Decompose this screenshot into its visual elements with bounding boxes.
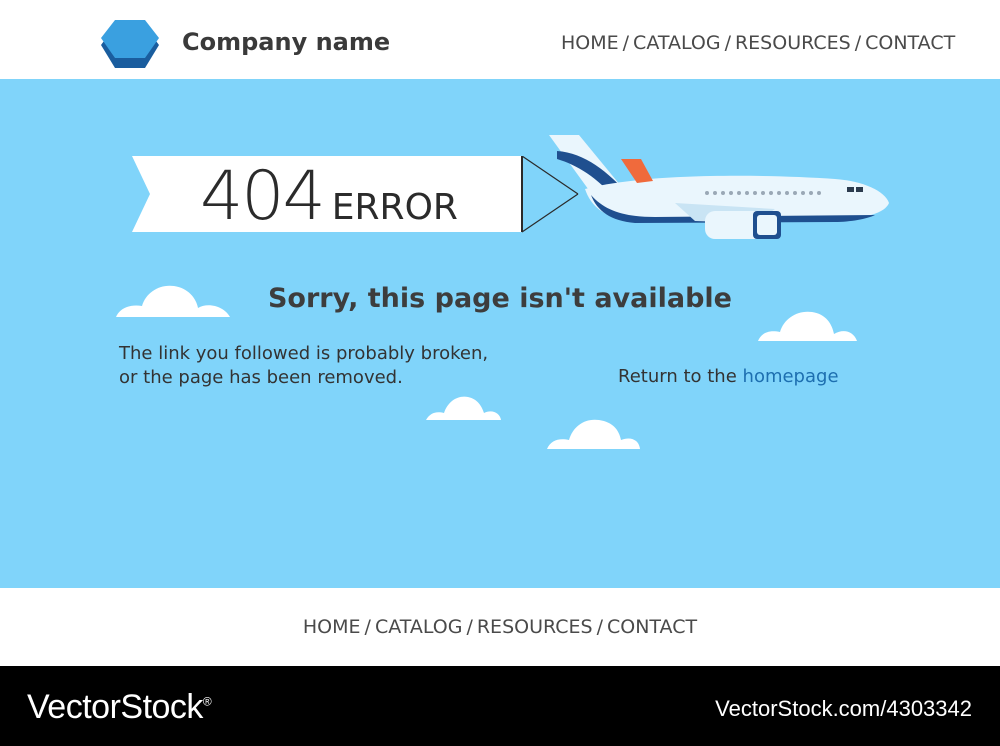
- registered-mark: ®: [202, 694, 212, 709]
- return-prefix: Return to the: [618, 366, 737, 387]
- nav-separator: /: [364, 616, 371, 638]
- site-header: Company name HOME / CATALOG / RESOURCES / CONT…: [0, 0, 1000, 79]
- error-description: The link you followed is probably broken…: [119, 342, 488, 390]
- cloud-icon: [547, 419, 640, 449]
- error-description-line: or the page has been removed.: [119, 367, 403, 388]
- error-word: ERROR: [331, 187, 458, 228]
- cloud-icon: [426, 396, 501, 420]
- watermark-id: VectorStock.com/4303342: [715, 696, 972, 721]
- nav-separator: /: [622, 32, 630, 54]
- nav-resources-link[interactable]: RESOURCES: [735, 32, 851, 54]
- nav-separator: /: [596, 616, 603, 638]
- footer-resources-link[interactable]: RESOURCES: [477, 616, 593, 638]
- nav-contact-link[interactable]: CONTACT: [865, 32, 955, 54]
- nav-separator: /: [854, 32, 862, 54]
- watermark-bar: VectorStock® VectorStock.com/4303342: [0, 666, 1000, 746]
- footer-contact-link[interactable]: CONTACT: [607, 616, 697, 638]
- nav-home-link[interactable]: HOME: [561, 32, 619, 54]
- error-description-line: The link you followed is probably broken…: [119, 343, 489, 364]
- error-hero: 404 ERROR Sorry, this page isn't availab…: [0, 79, 1000, 588]
- top-nav: HOME / CATALOG / RESOURCES / CONTACT: [561, 32, 955, 54]
- hexagon-logo-icon[interactable]: [99, 18, 161, 72]
- homepage-link[interactable]: homepage: [743, 366, 839, 387]
- company-name[interactable]: Company name: [182, 28, 390, 56]
- footer-home-link[interactable]: HOME: [303, 616, 361, 638]
- airplane-icon: [549, 135, 889, 239]
- error-banner-text: 404 ERROR: [200, 157, 458, 236]
- site-footer: HOME / CATALOG / RESOURCES / CONTACT: [0, 588, 1000, 666]
- footer-catalog-link[interactable]: CATALOG: [375, 616, 463, 638]
- watermark-brand: VectorStock®: [27, 688, 212, 726]
- error-headline: Sorry, this page isn't available: [267, 283, 732, 314]
- nav-separator: /: [724, 32, 731, 54]
- nav-catalog-link[interactable]: CATALOG: [633, 32, 721, 54]
- return-message: Return to the homepage: [618, 366, 839, 387]
- nav-separator: /: [466, 616, 473, 638]
- footer-nav: HOME / CATALOG / RESOURCES / CONTACT: [0, 616, 1000, 638]
- error-code: 404: [200, 157, 326, 236]
